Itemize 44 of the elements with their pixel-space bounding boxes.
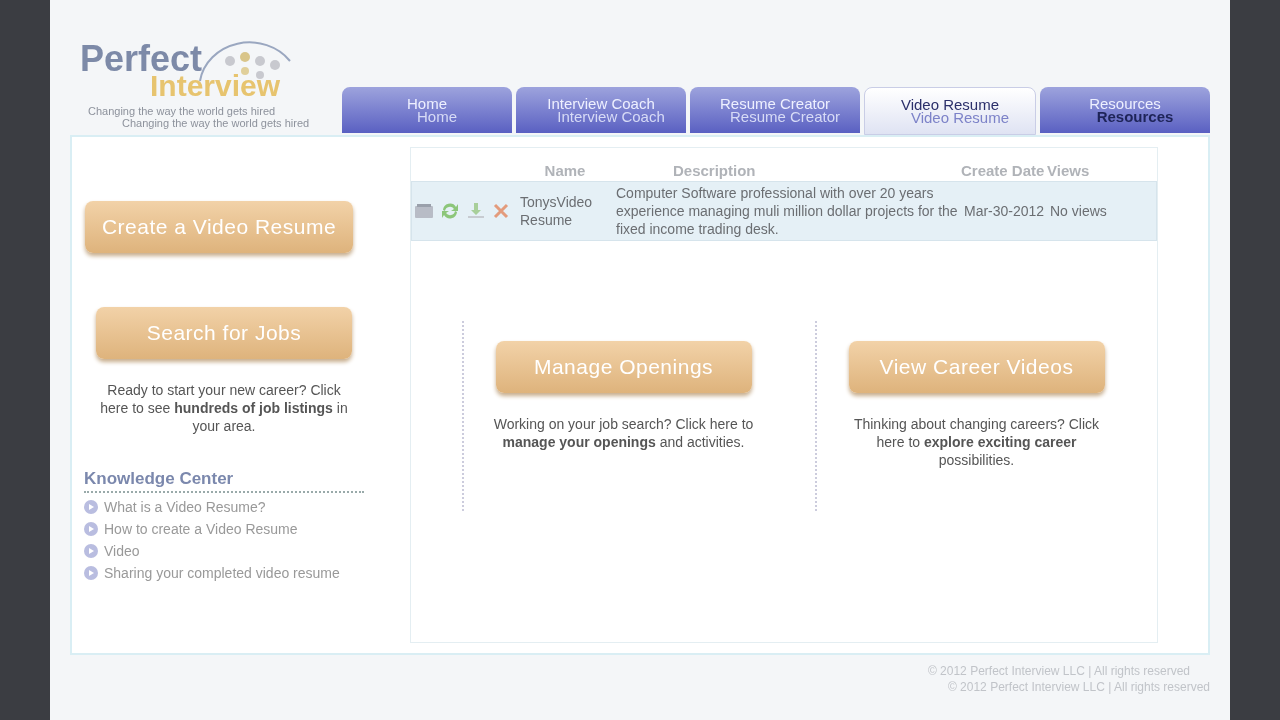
tagline: Changing the way the world gets hired	[88, 105, 277, 117]
tab-label: Interview Coach	[547, 97, 655, 110]
help-link[interactable]: Video	[104, 543, 140, 559]
help-link[interactable]: How to create a Video Resume	[104, 521, 298, 537]
nav-tab[interactable]: Resume Creator Resume Creator	[690, 87, 860, 133]
tab-label: Resume Creator	[729, 110, 840, 123]
tab-label: Resume Creator	[719, 97, 830, 110]
table-cell-text: No views	[1050, 202, 1108, 220]
nav-tab[interactable]: Interview Coach Interview Coach	[516, 87, 686, 133]
bullet-icon	[84, 500, 98, 514]
help-link[interactable]: Sharing your completed video resume	[104, 565, 340, 581]
tab-label: Video Resume	[910, 111, 1010, 124]
column-header: Views	[1047, 162, 1091, 179]
column-header: Description	[672, 162, 757, 179]
refresh-icon[interactable]	[440, 202, 460, 220]
section-title: Knowledge Center	[84, 469, 364, 493]
tab-label: Video Resume	[900, 98, 1000, 111]
create-button[interactable]: Create a Video Resume	[85, 201, 353, 253]
tab-label: Home	[417, 110, 457, 123]
action-description: Thinking about changing careers? Click here to explore exciting career possibilities.	[852, 415, 1101, 469]
action-description: Ready to start your new career? Click here to see hundreds of job listings in your area.	[99, 381, 349, 435]
nav-tab[interactable]: Resources Resources	[1040, 87, 1210, 133]
bullet-icon	[84, 566, 98, 580]
tab-label: Resources	[1096, 110, 1174, 123]
action-button[interactable]: View Career Videos	[848, 341, 1105, 393]
action-button[interactable]: Search for Jobs	[96, 307, 352, 359]
tab-label: Interview Coach	[557, 110, 665, 123]
table-cell-text: Computer Software professional with over 20 years experience managing muli million dollar projects for the fixed income trading desk.	[616, 184, 959, 238]
action-button[interactable]: Manage Openings	[495, 341, 752, 393]
tab-label: Resources	[1089, 97, 1161, 110]
nav-tab[interactable]: Video Resume Video Resume	[864, 87, 1036, 135]
tab-label: Home	[407, 97, 447, 110]
table-cell-text: TonysVideo Resume	[520, 193, 594, 229]
delete-icon[interactable]	[492, 202, 510, 220]
column-header: Name	[543, 162, 587, 179]
download-icon[interactable]	[466, 202, 486, 220]
help-link[interactable]: What is a Video Resume?	[104, 499, 266, 515]
column-header: Create Date	[961, 162, 1046, 179]
bullet-icon	[84, 544, 98, 558]
tagline: Changing the way the world gets hired	[122, 117, 310, 129]
nav-tab[interactable]: Home Home	[342, 87, 512, 133]
bullet-icon	[84, 522, 98, 536]
table-cell-text: Mar-30-2012	[964, 202, 1046, 220]
action-description: Working on your job search? Click here to manage your openings and activities.	[493, 415, 754, 451]
